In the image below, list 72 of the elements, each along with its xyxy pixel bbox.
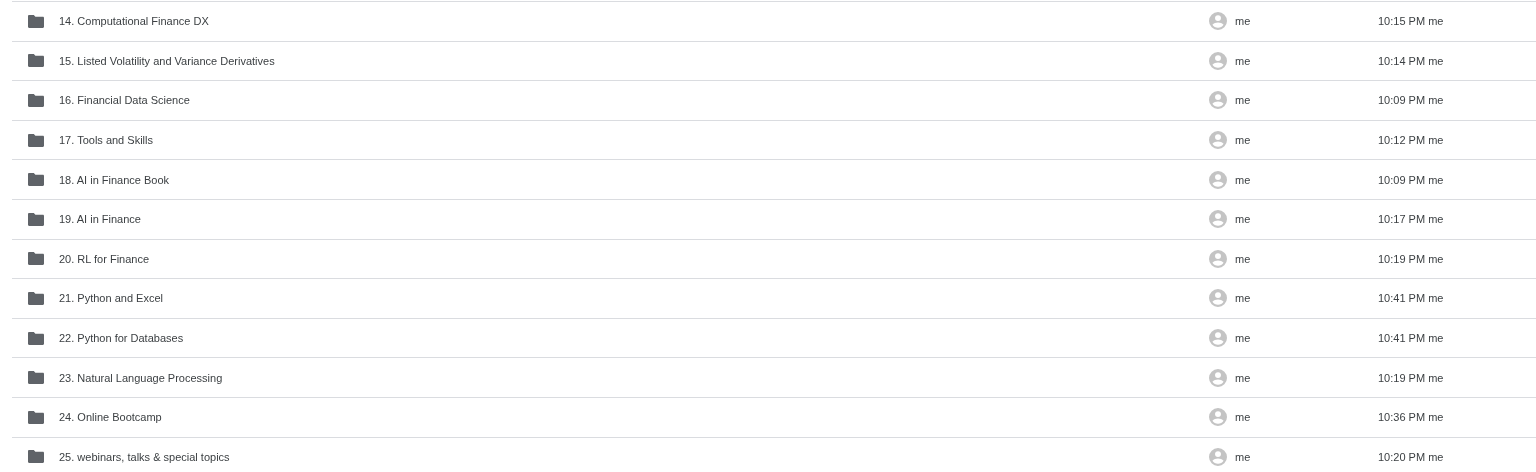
folder-icon bbox=[28, 94, 44, 107]
folder-row[interactable]: 21. Python and Excel me 10:41 PM me bbox=[12, 278, 1536, 318]
folder-icon bbox=[28, 133, 44, 147]
folder-name: 21. Python and Excel bbox=[59, 292, 164, 305]
modified-time: 10:19 PM me bbox=[1378, 252, 1444, 265]
folder-row[interactable]: 20. RL for Finance me 10:19 PM me bbox=[12, 238, 1536, 279]
folder-name: 22. Python for Databases bbox=[59, 332, 185, 345]
owner-name: me bbox=[1235, 411, 1252, 424]
modified-time: 10:09 PM me bbox=[1378, 173, 1444, 186]
avatar-icon bbox=[1209, 249, 1227, 268]
avatar-icon bbox=[1209, 447, 1227, 466]
folder-icon bbox=[28, 173, 44, 187]
folder-name: 15. Listed Volatility and Variance Derivatives bbox=[59, 54, 276, 67]
modified-time: 10:41 PM me bbox=[1378, 292, 1444, 305]
folder-row[interactable]: 24. Online Bootcamp me 10:36 PM me bbox=[12, 396, 1536, 437]
folder-row[interactable]: 17. Tools and Skills me 10:12 PM me bbox=[12, 119, 1536, 160]
owner-name: me bbox=[1235, 173, 1252, 186]
folder-row[interactable]: 16. Financial Data Science me 10:09 PM me bbox=[12, 80, 1536, 120]
folder-icon bbox=[28, 212, 44, 226]
folder-name: 14. Computational Finance DX bbox=[59, 15, 210, 28]
owner-name: me bbox=[1235, 332, 1252, 345]
folder-name: 25. webinars, talks & special topics bbox=[59, 450, 231, 463]
owner-name: me bbox=[1235, 371, 1252, 384]
folder-icon bbox=[28, 14, 44, 28]
modified-time: 10:20 PM me bbox=[1378, 450, 1444, 463]
owner-name: me bbox=[1235, 252, 1252, 265]
folder-icon bbox=[28, 291, 44, 305]
avatar-icon bbox=[1209, 170, 1227, 189]
folder-name: 19. AI in Finance bbox=[59, 213, 142, 226]
avatar-icon bbox=[1209, 289, 1227, 308]
folder-name: 16. Financial Data Science bbox=[59, 94, 191, 107]
owner-name: me bbox=[1235, 213, 1252, 226]
folder-name: 23. Natural Language Processing bbox=[59, 371, 224, 384]
modified-time: 10:19 PM me bbox=[1378, 371, 1444, 384]
folder-icon bbox=[28, 410, 44, 424]
modified-time: 10:17 PM me bbox=[1378, 213, 1444, 226]
folder-row[interactable]: 25. webinars, talks & special topics me 10:20 PM me bbox=[12, 436, 1536, 472]
avatar-icon bbox=[1209, 51, 1227, 70]
folder-row[interactable]: 14. Computational Finance DX me 10:15 PM me bbox=[12, 1, 1536, 41]
folder-icon bbox=[28, 371, 44, 385]
owner-name: me bbox=[1235, 54, 1252, 67]
folder-name: 17. Tools and Skills bbox=[59, 134, 154, 147]
folder-icon bbox=[28, 450, 44, 464]
owner-name: me bbox=[1235, 94, 1252, 107]
folder-row[interactable]: 15. Listed Volatility and Variance Derivatives me 10:14 PM me bbox=[12, 40, 1536, 81]
folder-name: 20. RL for Finance bbox=[59, 252, 151, 265]
folder-name: 24. Online Bootcamp bbox=[59, 411, 163, 424]
avatar-icon bbox=[1209, 329, 1227, 348]
owner-name: me bbox=[1235, 292, 1252, 305]
folder-name: 18. AI in Finance Book bbox=[59, 173, 171, 186]
folder-row[interactable]: 18. AI in Finance Book me 10:09 PM me bbox=[12, 159, 1536, 199]
modified-time: 10:09 PM me bbox=[1378, 94, 1444, 107]
folder-icon bbox=[28, 252, 44, 266]
owner-name: me bbox=[1235, 450, 1252, 463]
folder-row[interactable]: 23. Natural Language Processing me 10:19 PM me bbox=[12, 357, 1536, 397]
modified-time: 10:15 PM me bbox=[1378, 15, 1444, 28]
modified-time: 10:41 PM me bbox=[1378, 332, 1444, 345]
avatar-icon bbox=[1209, 368, 1227, 387]
avatar-icon bbox=[1209, 408, 1227, 427]
folder-icon bbox=[28, 54, 44, 68]
modified-time: 10:12 PM me bbox=[1378, 134, 1444, 147]
owner-name: me bbox=[1235, 134, 1252, 147]
owner-name: me bbox=[1235, 15, 1252, 28]
avatar-icon bbox=[1209, 210, 1227, 229]
folder-icon bbox=[28, 331, 44, 345]
folder-row[interactable]: 19. AI in Finance me 10:17 PM me bbox=[12, 198, 1536, 239]
avatar-icon bbox=[1209, 91, 1227, 110]
avatar-icon bbox=[1209, 12, 1227, 31]
modified-time: 10:14 PM me bbox=[1378, 54, 1444, 67]
folder-row[interactable]: 22. Python for Databases me 10:41 PM me bbox=[12, 317, 1536, 358]
avatar-icon bbox=[1209, 131, 1227, 150]
modified-time: 10:36 PM me bbox=[1378, 411, 1444, 424]
